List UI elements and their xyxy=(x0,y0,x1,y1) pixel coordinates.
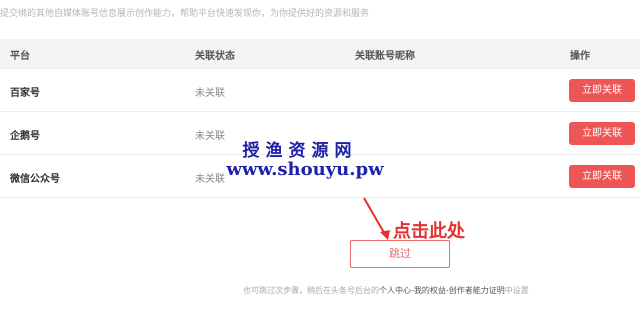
watermark-url: www.shouyu.pw xyxy=(226,159,384,180)
platform-name: 百家号 xyxy=(10,88,40,99)
table-row: 百家号 未关联 立即关联 xyxy=(0,69,640,112)
header-status: 关联状态 xyxy=(195,51,235,62)
footer-suffix: 中设置 xyxy=(504,286,529,295)
watermark-title: 授渔资源网 xyxy=(242,141,358,161)
footer-prefix: 也可跳过次步骤，稍后在头条号后台的 xyxy=(243,286,379,295)
link-status: 未关联 xyxy=(195,88,225,99)
table-header: 平台 关联状态 关联账号昵称 操作 xyxy=(0,39,640,69)
footer-link-my-rights[interactable]: 我的权益 xyxy=(414,286,446,295)
intro-text: 提交绑的其他自媒体账号信息展示创作能力，帮助平台快速发现你，为你提供好的资源和服… xyxy=(0,9,370,19)
header-platform: 平台 xyxy=(10,51,30,62)
link-now-button[interactable]: 立即关联 xyxy=(569,79,635,102)
footer-link-creator-proof[interactable]: 创作者能力证明 xyxy=(449,286,505,295)
footer-link-personal-center[interactable]: 个人中心 xyxy=(379,286,411,295)
header-nickname: 关联账号昵称 xyxy=(355,51,415,62)
header-action: 操作 xyxy=(570,51,590,62)
skip-button[interactable]: 跳过 xyxy=(350,240,450,268)
footer-hint: 也可跳过次步骤，稍后在头条号后台的个人中心-我的权益-创作者能力证明中设置 xyxy=(243,285,529,296)
